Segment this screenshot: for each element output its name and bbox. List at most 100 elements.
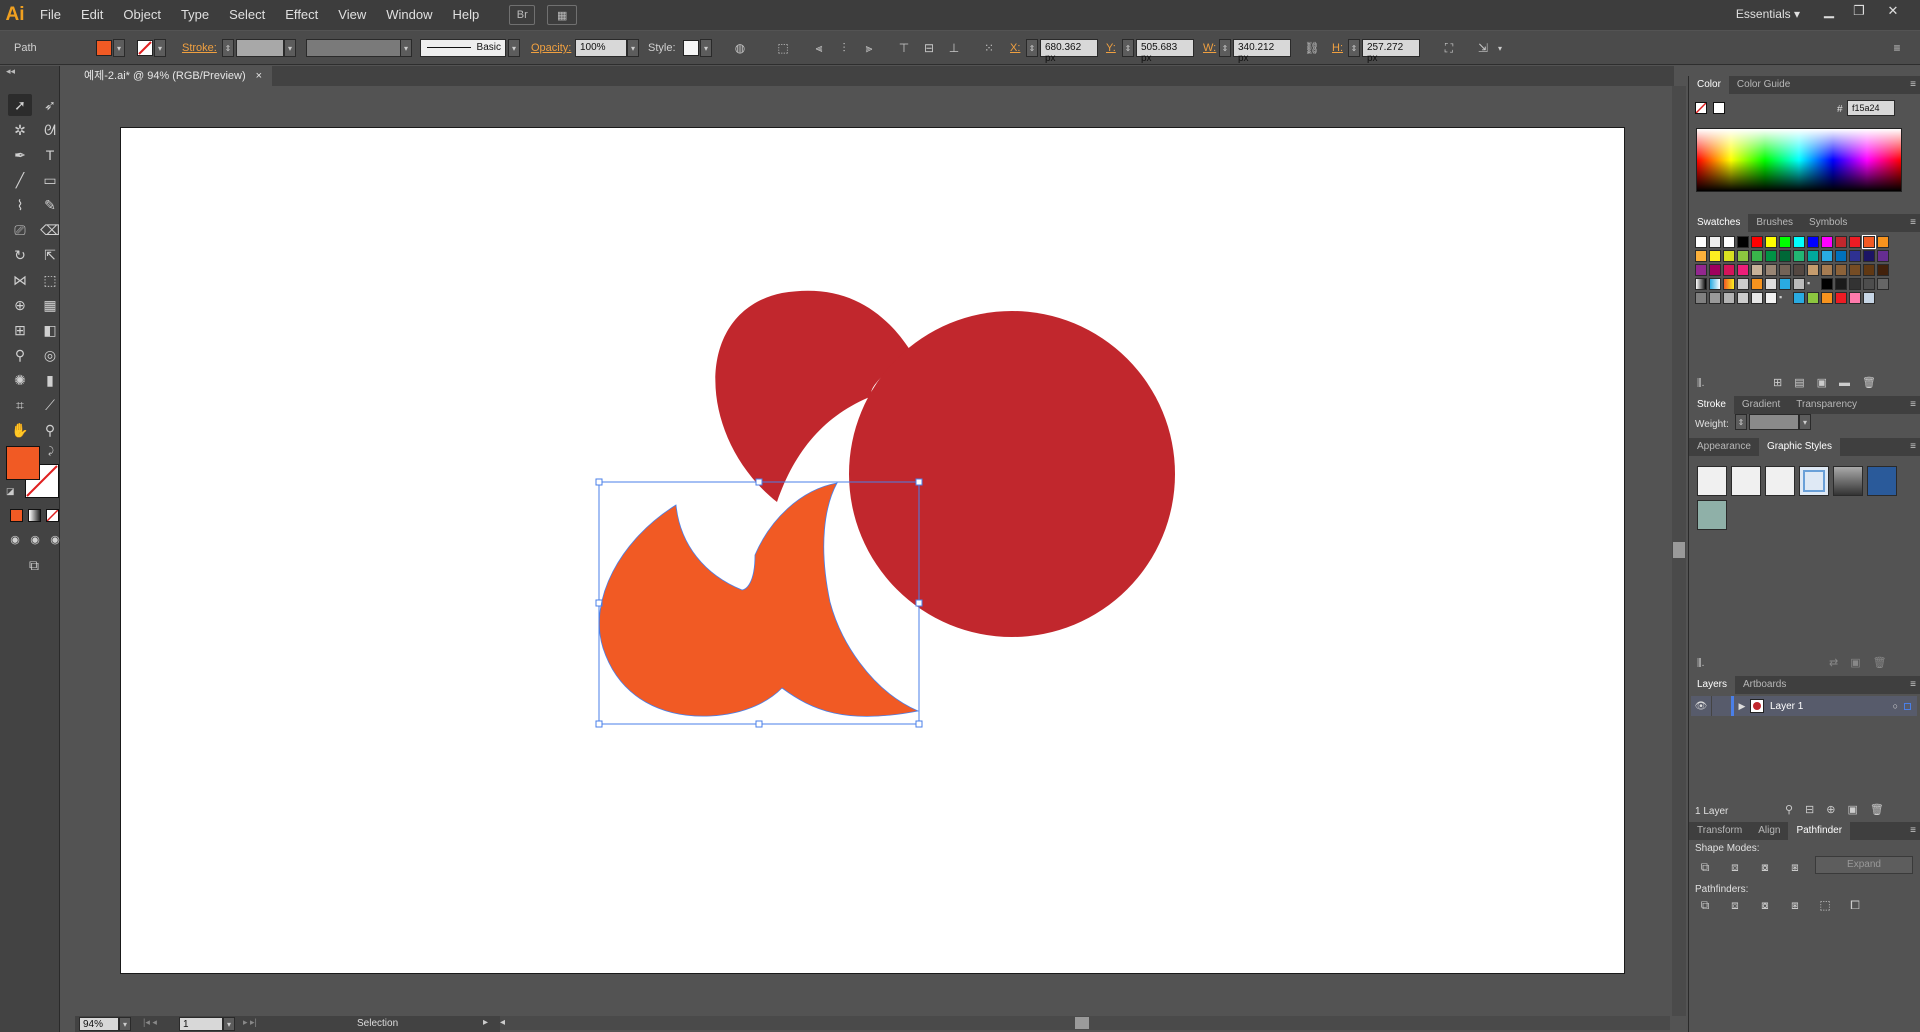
draw-inside-icon[interactable]: ◉: [46, 528, 64, 550]
collapse-icon[interactable]: ◂◂: [6, 66, 15, 77]
x-field[interactable]: 680.362 px: [1040, 39, 1098, 64]
artboard-field[interactable]: 1: [179, 1017, 223, 1031]
isolate-group-icon[interactable]: ⛶: [1440, 40, 1458, 56]
close-window-button[interactable]: ✕: [1880, 2, 1906, 20]
swatch[interactable]: [1849, 292, 1861, 304]
scroll-left-icon[interactable]: ◂: [500, 1017, 505, 1028]
lock-toggle[interactable]: [1711, 696, 1731, 716]
variable-width-dropdown[interactable]: ▾: [400, 39, 412, 57]
document-tab[interactable]: 예제-2.ai* @ 94% (RGB/Preview) ×: [74, 66, 273, 86]
graphic-style-default[interactable]: [1697, 466, 1727, 496]
color-panel-menu-icon[interactable]: ≡: [1910, 79, 1916, 90]
swatch[interactable]: [1751, 264, 1763, 276]
zoom-dropdown[interactable]: ▾: [119, 1017, 131, 1031]
eye-icon[interactable]: 👁: [1691, 701, 1711, 712]
tab-stroke[interactable]: Stroke: [1689, 396, 1734, 414]
menu-type[interactable]: Type: [171, 0, 219, 30]
zoom-tool-icon[interactable]: ⚲: [38, 419, 62, 441]
swatch[interactable]: [1793, 250, 1805, 262]
restore-button[interactable]: ❐: [1846, 2, 1872, 20]
rotate-tool-icon[interactable]: ↻: [8, 244, 32, 266]
styles-library-icon[interactable]: ⫼.: [1697, 658, 1704, 669]
blend-tool-icon[interactable]: ◎: [38, 344, 62, 366]
swatches-panel-menu-icon[interactable]: ≡: [1910, 217, 1916, 228]
swap-fill-stroke-icon[interactable]: ⤸: [48, 446, 54, 457]
swatch[interactable]: [1695, 264, 1707, 276]
swatch[interactable]: [1863, 250, 1875, 262]
tab-appearance[interactable]: Appearance: [1689, 438, 1759, 456]
first-artboard-icon[interactable]: |◂ ◂: [143, 1017, 157, 1028]
swatch[interactable]: [1807, 264, 1819, 276]
stroke-weight-stepper[interactable]: ⇕: [222, 39, 234, 57]
weight-field[interactable]: [1749, 414, 1799, 430]
align-top-icon[interactable]: ⊤: [895, 40, 913, 56]
mesh-tool-icon[interactable]: ⊞: [8, 319, 32, 341]
perspective-grid-tool-icon[interactable]: ▦: [38, 294, 62, 316]
expand-button[interactable]: Expand: [1815, 856, 1913, 874]
eraser-tool-icon[interactable]: ⌫: [38, 219, 62, 241]
swatch[interactable]: [1779, 278, 1791, 290]
minimize-button[interactable]: ▁: [1816, 2, 1842, 20]
tab-artboards[interactable]: Artboards: [1735, 676, 1794, 694]
x-stepper[interactable]: ⇕: [1026, 39, 1038, 57]
opacity-label[interactable]: Opacity:: [531, 42, 571, 54]
close-tab-icon[interactable]: ×: [256, 66, 262, 86]
control-bar-menu-icon[interactable]: ≡: [1888, 40, 1906, 56]
tab-swatches[interactable]: Swatches: [1689, 214, 1749, 232]
swatch[interactable]: [1709, 250, 1721, 262]
menu-file[interactable]: File: [30, 0, 71, 30]
color-spectrum[interactable]: [1696, 128, 1902, 192]
swatch[interactable]: [1709, 278, 1721, 290]
rectangle-tool-icon[interactable]: ▭: [38, 169, 62, 191]
swatch[interactable]: [1835, 292, 1847, 304]
arrange-documents-button[interactable]: ▦: [547, 5, 578, 25]
tab-transparency[interactable]: Transparency: [1788, 396, 1865, 414]
tab-transform[interactable]: Transform: [1689, 822, 1750, 840]
recolor-artwork-icon[interactable]: ◍: [731, 40, 749, 56]
swatch[interactable]: [1793, 292, 1805, 304]
menu-object[interactable]: Object: [113, 0, 171, 30]
trim-icon[interactable]: ⧈: [1725, 896, 1745, 914]
minus-front-icon[interactable]: ⧈: [1725, 858, 1745, 876]
column-graph-tool-icon[interactable]: ▮: [38, 369, 62, 391]
styles-actions[interactable]: ⇄▣🗑: [1829, 656, 1899, 669]
swatch[interactable]: [1737, 250, 1749, 262]
intersect-icon[interactable]: ⧇: [1755, 858, 1775, 876]
hex-field[interactable]: f15a24: [1847, 100, 1895, 116]
layer-row[interactable]: 👁 ▶ Layer 1 ○: [1691, 696, 1917, 716]
stroke-weight-field[interactable]: [236, 39, 284, 57]
swatch[interactable]: [1863, 278, 1875, 290]
transform-options-icon[interactable]: ⇲: [1474, 40, 1492, 56]
swatch[interactable]: [1779, 250, 1791, 262]
swatch[interactable]: [1751, 278, 1763, 290]
swatch[interactable]: [1765, 250, 1777, 262]
line-tool-icon[interactable]: ╱: [8, 169, 32, 191]
tab-gradient[interactable]: Gradient: [1734, 396, 1788, 414]
stroke-weight-dropdown[interactable]: ▾: [284, 39, 296, 57]
draw-behind-icon[interactable]: ◉: [26, 528, 44, 550]
graphic-style-gradient[interactable]: [1833, 466, 1863, 496]
swatch[interactable]: [1723, 236, 1735, 248]
swatch[interactable]: [1835, 264, 1847, 276]
blob-brush-tool-icon[interactable]: ⎚: [8, 219, 32, 241]
graphic-style-none-2[interactable]: [1765, 466, 1795, 496]
tab-layers[interactable]: Layers: [1689, 676, 1736, 694]
graphic-style-pattern[interactable]: [1867, 466, 1897, 496]
symbol-sprayer-tool-icon[interactable]: ✺: [8, 369, 32, 391]
swatch[interactable]: [1751, 292, 1763, 304]
zoom-field[interactable]: 94%: [79, 1017, 119, 1031]
h-stepper[interactable]: ⇕: [1348, 39, 1360, 57]
swatch[interactable]: [1877, 278, 1889, 290]
y-stepper[interactable]: ⇕: [1122, 39, 1134, 57]
free-transform-tool-icon[interactable]: ⬚: [38, 269, 62, 291]
opacity-dropdown[interactable]: ▾: [627, 39, 639, 57]
swatch[interactable]: [1751, 236, 1763, 248]
swatch[interactable]: [1807, 236, 1819, 248]
align-right-icon[interactable]: ⫸: [860, 40, 878, 56]
crop-icon[interactable]: ⧆: [1785, 896, 1805, 914]
align-hcenter-icon[interactable]: ⫶: [835, 40, 853, 56]
swatch[interactable]: [1765, 292, 1777, 304]
swatch[interactable]: [1793, 236, 1805, 248]
y-field[interactable]: 505.683 px: [1136, 39, 1194, 64]
weight-stepper[interactable]: ⇕: [1735, 414, 1747, 430]
